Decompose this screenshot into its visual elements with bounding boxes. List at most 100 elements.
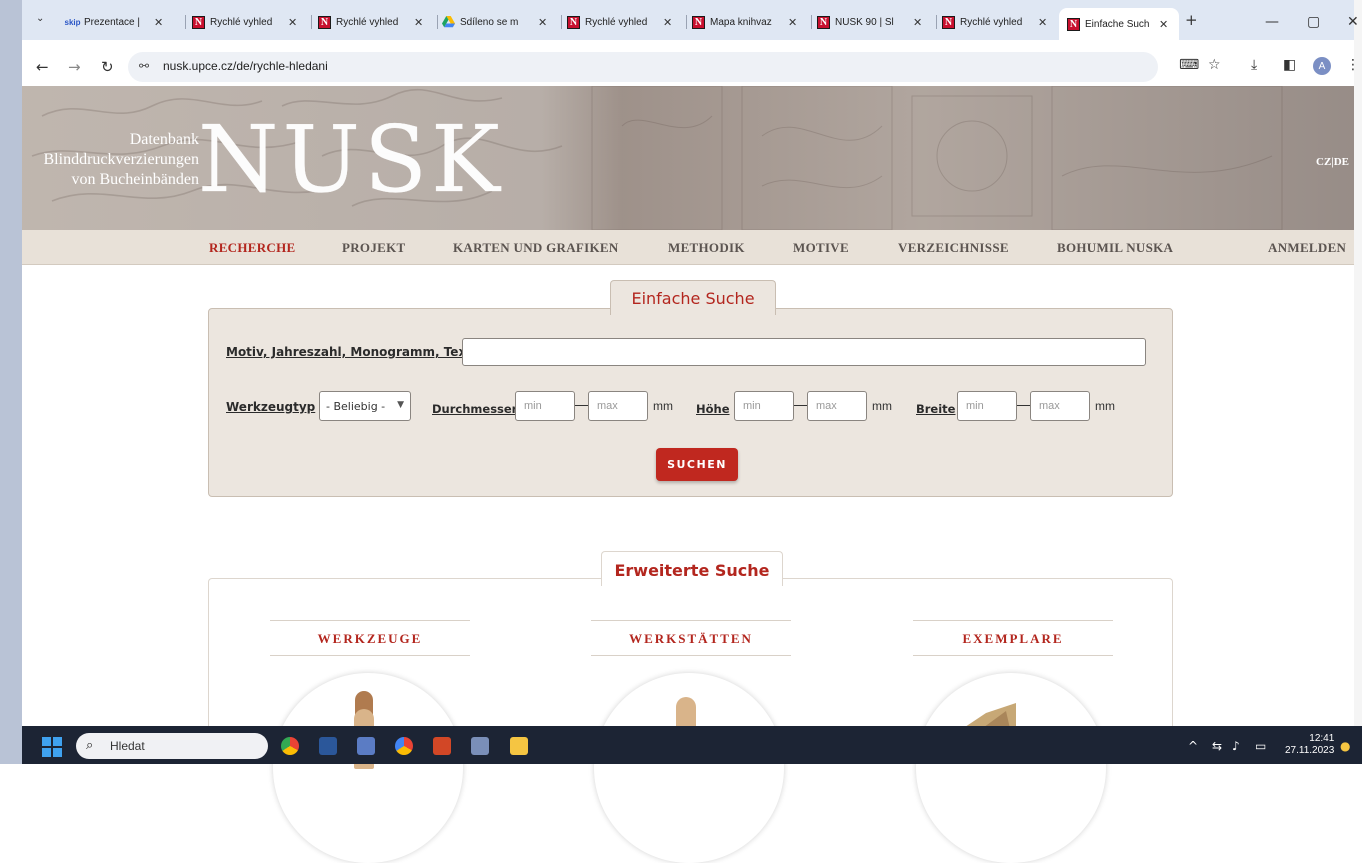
url-text[interactable]: nusk.upce.cz/de/rychle-hledani bbox=[163, 59, 328, 73]
tab-title: Rychlé vyhled bbox=[585, 16, 648, 28]
new-tab-plus-icon[interactable]: + bbox=[1185, 11, 1198, 29]
menu-dots-icon[interactable]: ⋮ bbox=[1346, 57, 1360, 73]
close-icon[interactable]: ✕ bbox=[663, 16, 672, 29]
range-dash bbox=[794, 405, 807, 406]
battery-icon[interactable]: ▭ bbox=[1255, 739, 1266, 753]
nusk-favicon-icon: N bbox=[567, 15, 580, 29]
motif-search-input[interactable] bbox=[462, 338, 1146, 366]
taskbar-clock[interactable]: 12:41 27.11.2023 bbox=[1285, 733, 1334, 757]
nusk-favicon-icon: N bbox=[942, 15, 955, 29]
diameter-label: Durchmesser bbox=[432, 402, 518, 416]
tool-type-select[interactable]: - Beliebig - ▼ bbox=[319, 391, 411, 421]
nav-item-karten-und-grafiken[interactable]: KARTEN UND GRAFIKEN bbox=[453, 240, 619, 256]
banner-title-line: von Bucheinbänden bbox=[71, 171, 199, 188]
windows-start-icon[interactable] bbox=[42, 737, 62, 757]
browser-tab[interactable]: N Rychlé vyhled ✕ bbox=[567, 12, 687, 32]
book-copy-image[interactable] bbox=[916, 673, 1106, 863]
tab-bar: ⌄ skip Prezentace | ✕ N Rychlé vyhled ✕ … bbox=[22, 0, 1359, 40]
simple-search-tab[interactable]: Einfache Suche bbox=[610, 280, 776, 315]
banner-title-line: Datenbank bbox=[129, 131, 199, 148]
skip-favicon-icon: skip bbox=[64, 17, 81, 27]
chrome-icon[interactable] bbox=[281, 737, 299, 755]
browser-tab[interactable]: N Rychlé vyhled ✕ bbox=[318, 12, 438, 32]
volume-icon[interactable]: ♪ bbox=[1232, 739, 1240, 753]
motif-label: Motiv, Jahreszahl, Monogramm, Text bbox=[226, 345, 472, 359]
category-werkstaetten[interactable]: WERKSTÄTTEN bbox=[591, 620, 791, 656]
file-explorer-icon[interactable] bbox=[510, 737, 528, 755]
forward-arrow-icon[interactable]: → bbox=[68, 58, 81, 76]
diameter-max-input[interactable]: max bbox=[588, 391, 648, 421]
chevron-down-icon: ▼ bbox=[397, 400, 404, 410]
category-werkzeuge[interactable]: WERKZEUGE bbox=[270, 620, 470, 656]
notification-bell-icon[interactable]: ● bbox=[1340, 739, 1350, 753]
window-close-icon[interactable]: ✕ bbox=[1347, 14, 1359, 30]
close-icon[interactable]: ✕ bbox=[1038, 16, 1047, 29]
browser-tab[interactable]: skip Prezentace | ✕ bbox=[64, 12, 186, 32]
tray-chevron-icon[interactable]: ^ bbox=[1188, 739, 1198, 753]
snipping-tool-icon[interactable] bbox=[471, 737, 489, 755]
tool-stamp-image[interactable] bbox=[273, 673, 463, 863]
height-max-input[interactable]: max bbox=[807, 391, 867, 421]
width-min-input[interactable]: min bbox=[957, 391, 1017, 421]
nav-item-methodik[interactable]: METHODIK bbox=[668, 240, 745, 256]
translate-icon[interactable]: ⌨ bbox=[1179, 57, 1199, 73]
close-icon[interactable]: ✕ bbox=[414, 16, 423, 29]
close-icon[interactable]: ✕ bbox=[788, 16, 797, 29]
width-max-input[interactable]: max bbox=[1030, 391, 1090, 421]
tab-title: Rychlé vyhled bbox=[336, 16, 399, 28]
nav-item-motive[interactable]: MOTIVE bbox=[793, 240, 849, 256]
tab-list-chevron-icon[interactable]: ⌄ bbox=[36, 13, 44, 24]
extended-search-tab[interactable]: Erweiterte Suche bbox=[601, 551, 783, 586]
tab-title: Einfache Such bbox=[1085, 18, 1150, 30]
site-logo[interactable]: NUSK bbox=[198, 109, 504, 210]
browser-tab-active[interactable]: N Einfache Such ✕ bbox=[1059, 8, 1179, 40]
range-dash bbox=[1017, 405, 1030, 406]
powerpoint-icon[interactable] bbox=[433, 737, 451, 755]
network-icon[interactable]: ⇆ bbox=[1212, 739, 1222, 753]
word-icon[interactable] bbox=[319, 737, 337, 755]
tab-title: Mapa knihvaz bbox=[710, 16, 772, 28]
banner-title-line: Blinddruckverzierungen bbox=[43, 151, 200, 168]
browser-tab[interactable]: N Rychlé vyhled ✕ bbox=[192, 12, 312, 32]
close-icon[interactable]: ✕ bbox=[288, 16, 297, 29]
nav-item-recherche[interactable]: RECHERCHE bbox=[209, 240, 296, 256]
back-arrow-icon[interactable]: ← bbox=[36, 58, 49, 76]
browser-tab[interactable]: N Rychlé vyhled ✕ bbox=[942, 12, 1058, 32]
reload-icon[interactable]: ↻ bbox=[101, 58, 114, 76]
desktop-left-edge bbox=[0, 0, 22, 764]
tab-title: Sdíleno se m bbox=[460, 16, 519, 28]
nav-item-anmelden[interactable]: ANMELDEN bbox=[1268, 240, 1346, 256]
category-exemplare[interactable]: EXEMPLARE bbox=[913, 620, 1113, 656]
side-panel-icon[interactable]: ◧ bbox=[1283, 57, 1296, 73]
nusk-favicon-icon: N bbox=[318, 15, 331, 29]
clock-time: 12:41 bbox=[1309, 733, 1335, 744]
language-switch[interactable]: CZ|DE bbox=[1316, 156, 1349, 168]
download-icon[interactable]: ⤓ bbox=[1251, 57, 1257, 73]
close-icon[interactable]: ✕ bbox=[538, 16, 547, 29]
tab-title: Rychlé vyhled bbox=[960, 16, 1023, 28]
taskbar-search[interactable]: ⌕ Hledat bbox=[76, 733, 268, 759]
browser-tab[interactable]: N NUSK 90 | Sl ✕ bbox=[817, 12, 937, 32]
nav-item-verzeichnisse[interactable]: VERZEICHNISSE bbox=[898, 240, 1009, 256]
nav-item-projekt[interactable]: PROJEKT bbox=[342, 240, 406, 256]
network-app-icon[interactable] bbox=[357, 737, 375, 755]
bookmark-star-icon[interactable]: ☆ bbox=[1208, 57, 1221, 73]
workshop-stamp-image[interactable] bbox=[594, 673, 784, 863]
minimize-icon[interactable]: — bbox=[1265, 14, 1279, 30]
diameter-min-input[interactable]: min bbox=[515, 391, 575, 421]
drive-favicon-icon bbox=[442, 16, 455, 29]
close-icon[interactable]: ✕ bbox=[154, 16, 163, 29]
browser-tab[interactable]: N Mapa knihvaz ✕ bbox=[692, 12, 812, 32]
close-icon[interactable]: ✕ bbox=[913, 16, 922, 29]
browser-tab[interactable]: Sdíleno se m ✕ bbox=[442, 12, 562, 32]
nav-item-bohumil-nuska[interactable]: BOHUMIL NUSKA bbox=[1057, 240, 1173, 256]
profile-avatar[interactable]: A bbox=[1313, 57, 1331, 75]
search-submit-button[interactable]: SUCHEN bbox=[656, 448, 738, 481]
tab-title: Prezentace | bbox=[84, 16, 140, 28]
height-min-input[interactable]: min bbox=[734, 391, 794, 421]
site-settings-icon[interactable]: ⚯ bbox=[139, 59, 149, 73]
close-icon[interactable]: ✕ bbox=[1159, 18, 1168, 31]
chrome-active-icon[interactable] bbox=[395, 737, 413, 755]
width-unit: mm bbox=[1095, 399, 1115, 413]
maximize-icon[interactable]: ▢ bbox=[1307, 14, 1320, 30]
